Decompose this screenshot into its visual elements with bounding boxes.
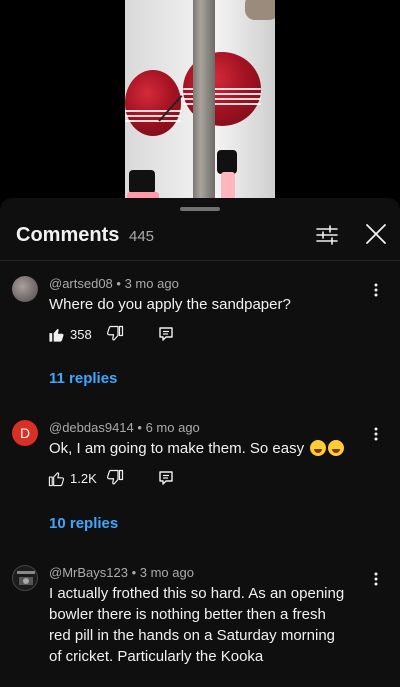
sliders-icon [316,225,338,245]
comment-age: 3 mo ago [139,565,194,580]
like-button[interactable]: 1.2K [48,467,97,489]
more-options-button[interactable] [366,280,386,300]
grinning-emoji-icon [328,440,345,456]
reply-button[interactable] [158,470,174,486]
meta-separator: • [137,420,146,435]
drag-handle[interactable] [180,207,220,211]
avatar-letter: D [19,425,31,441]
more-options-button[interactable] [366,569,386,589]
close-button[interactable] [362,220,390,248]
comment-meta: @debdas9414 • 6 mo ago [49,420,200,435]
dislike-button[interactable] [106,469,124,487]
view-replies-link[interactable]: 11 replies [49,370,117,387]
comment-age: 6 mo ago [145,420,200,435]
bottle-cap-left [129,170,155,194]
thumb-up-icon [48,471,65,486]
comment-author[interactable]: @MrBays123 [49,565,128,580]
reply-icon [159,327,173,341]
thumb-down-icon [106,325,124,341]
hand [245,0,275,20]
header-divider [0,260,400,261]
reply-button[interactable] [158,326,174,342]
comment-author[interactable]: @artsed08 [49,276,113,291]
comment-meta: @artsed08 • 3 mo ago [49,276,179,291]
comment-text: Ok, I am going to make them. So easy [49,438,349,459]
metal-pole [193,0,215,200]
comment-text: Where do you apply the sandpaper? [49,296,291,313]
comment-author[interactable]: @debdas9414 [49,420,134,435]
grinning-emoji-icon [310,440,327,456]
dislike-button[interactable] [106,325,124,343]
more-vertical-icon [374,283,378,297]
meta-separator: • [116,276,125,291]
comment-text-content: Ok, I am going to make them. So easy [49,440,305,457]
reply-icon [159,471,173,485]
more-vertical-icon [374,572,378,586]
filter-button[interactable] [314,222,340,248]
like-count: 1.2K [70,470,97,486]
comment-age: 3 mo ago [124,276,179,291]
video-player[interactable] [0,0,400,200]
avatar-image [17,571,35,585]
comment-count: 445 [129,228,155,245]
meta-separator: • [131,565,140,580]
avatar[interactable] [12,565,38,591]
comment-meta: @MrBays123 • 3 mo ago [49,565,194,580]
panel-title: Comments [16,224,120,246]
light-right [221,172,235,200]
view-replies-link[interactable]: 10 replies [49,515,118,532]
thumb-down-icon [106,469,124,485]
more-vertical-icon [374,427,378,441]
thumb-up-icon [49,328,64,342]
comment-text: I actually frothed this so hard. As an o… [49,585,345,665]
close-icon [366,224,386,244]
like-button[interactable]: 358 [48,323,92,345]
like-count: 358 [70,326,92,342]
comments-panel: Comments 445 @artsed08 • 3 mo ago Where … [0,198,400,687]
avatar[interactable] [12,276,38,302]
avatar[interactable]: D [12,420,38,446]
bottle-cap-right [217,150,237,174]
more-options-button[interactable] [366,424,386,444]
video-frame[interactable] [125,0,275,200]
comments-header: Comments 445 [0,216,400,260]
